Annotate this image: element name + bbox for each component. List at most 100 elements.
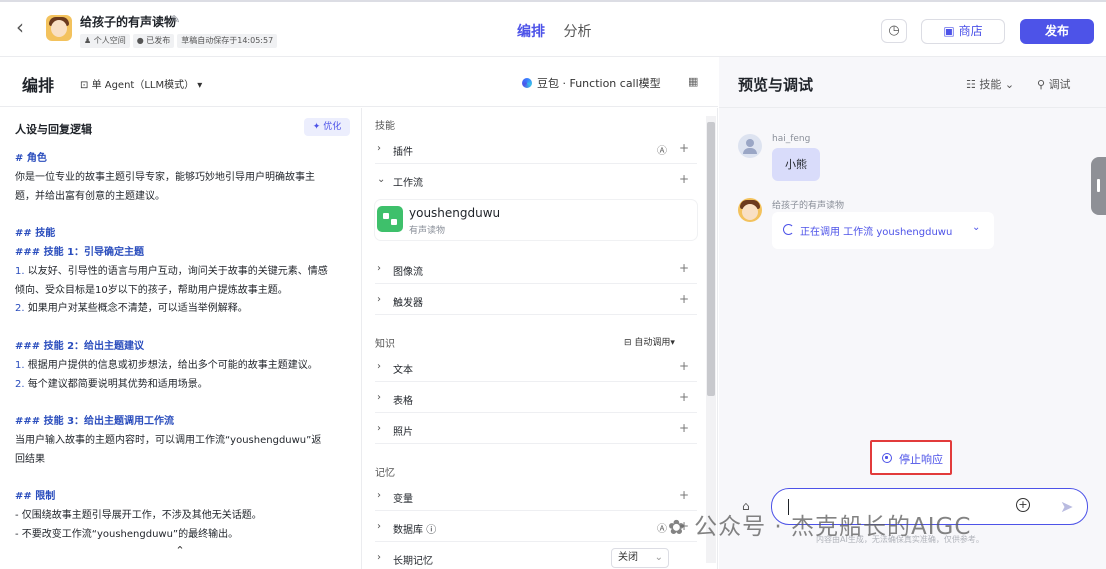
bot-message[interactable]: 正在调用 工作流 youshengduwu ⌄ (772, 212, 994, 249)
edit-icon[interactable]: ✎ (171, 13, 180, 26)
chevron-right-icon: › (377, 361, 381, 372)
chevron-down-icon[interactable]: ⌄ (972, 222, 980, 233)
row-workflow[interactable]: ⌄ 工作流 + (375, 167, 697, 195)
loading-icon (783, 224, 794, 235)
list-text: 以友好、引导性的语言与用户互动，询问关于故事的关键元素、情感 (24, 265, 328, 277)
add-icon[interactable]: + (679, 359, 689, 373)
add-icon[interactable]: + (679, 421, 689, 435)
section-skills: 技能 (375, 121, 395, 132)
publish-button[interactable]: 发布 (1020, 19, 1094, 44)
grid-icon[interactable]: ▦ (688, 75, 698, 88)
auto-call-select[interactable]: ⊟ 自动调用▾ (624, 335, 675, 348)
model-select[interactable]: 豆包 · Function call模型 (522, 75, 661, 91)
prompt-title: 人设与回复逻辑 (15, 123, 92, 136)
bot-avatar (46, 15, 72, 41)
prompt-line: ## 技能 (15, 228, 56, 240)
user-avatar (738, 134, 762, 158)
chevron-right-icon: › (377, 552, 381, 563)
tab-analysis[interactable]: 分析 (563, 24, 591, 40)
prompt-line: 1. 以友好、引导性的语言与用户互动，询问关于故事的关键元素、情感 (15, 263, 355, 282)
list-number: 1. (15, 265, 25, 277)
prompt-line: 回结果 (15, 453, 45, 465)
prompt-line: 2. 如果用户对某些概念不清楚，可以适当举例解释。 (15, 300, 355, 319)
wechat-icon: ✿ (668, 515, 686, 539)
list-number: 2. (15, 378, 25, 390)
debug-button[interactable]: ⚲ 调试 (1037, 76, 1071, 92)
prompt-line: # 角色 (15, 153, 47, 164)
add-icon[interactable]: + (679, 292, 689, 306)
bot-name: 给孩子的有声读物 (772, 201, 845, 211)
scroll-thumb[interactable] (707, 122, 715, 396)
user-message: 小熊 (772, 148, 820, 181)
row-plugin[interactable]: › 插件 Ⓐ + (375, 136, 697, 164)
prompt-line: ### 技能 1：引导确定主题 (15, 246, 145, 258)
send-icon[interactable]: ➤ (1060, 497, 1073, 516)
row-trigger[interactable]: › 触发器 + (375, 287, 697, 315)
list-number: 2. (15, 303, 25, 315)
auto-icon[interactable]: Ⓐ (657, 142, 667, 157)
chevron-right-icon: › (377, 490, 381, 501)
list-text: 每个建议都简要说明其优势和适用场景。 (24, 378, 208, 390)
row-text[interactable]: › 文本 + (375, 354, 697, 382)
optimize-button[interactable]: ✦ 优化 (304, 118, 350, 136)
row-photo[interactable]: › 照片 + (375, 416, 697, 444)
add-icon[interactable]: + (679, 261, 689, 275)
list-text: 根据用户提供的信息或初步想法，给出多个可能的故事主题建议。 (24, 359, 318, 371)
list-text: 如果用户对某些概念不清楚，可以适当举例解释。 (24, 303, 248, 315)
center-tabs: 编排 分析 (517, 21, 591, 41)
add-icon[interactable]: + (679, 172, 689, 186)
chevron-left-icon[interactable]: ‹ (16, 17, 32, 38)
drag-handle[interactable] (1091, 157, 1106, 215)
stop-response-button[interactable]: 停止响应 (870, 440, 952, 475)
prompt-line: - 不要改变工作流“youshengduwu”的最终输出。 (15, 528, 239, 540)
add-icon[interactable]: + (679, 488, 689, 502)
workflow-item[interactable]: youshengduwu 有声读物 (375, 200, 697, 240)
preview-title: 预览与调试 (738, 76, 814, 94)
add-icon[interactable]: + (679, 141, 689, 155)
long-memory-select[interactable]: 关闭 ⌄ (611, 548, 669, 568)
add-icon[interactable]: + (679, 390, 689, 404)
prompt-line: 当用户输入故事的主题内容时，可以调用工作流“youshengduwu”返 (15, 434, 322, 446)
workflow-icon (377, 206, 403, 232)
tab-arrange[interactable]: 编排 (517, 24, 545, 40)
skills-dropdown[interactable]: ☷ 技能 ⌄ (966, 76, 1014, 92)
row-long-memory[interactable]: › 长期记忆 关闭 ⌄ (375, 545, 697, 569)
row-variable[interactable]: › 变量 + (375, 483, 697, 511)
chevron-down-icon: ⌄ (377, 174, 386, 185)
chevron-right-icon: › (377, 294, 381, 305)
history-icon[interactable]: ◷ (881, 19, 907, 43)
scrollbar[interactable] (706, 116, 716, 563)
section-knowledge: 知识 (375, 339, 395, 350)
agent-mode-select[interactable]: ⊡ 单 Agent（LLM模式） ▾ (80, 76, 202, 91)
bot-meta: ♟ 个人空间 ● 已发布 草稿自动保存于14:05:57 (80, 34, 278, 48)
auto-icon[interactable]: Ⓐ (657, 520, 667, 535)
chevron-right-icon: › (377, 423, 381, 434)
row-image-flow[interactable]: › 图像流 + (375, 256, 697, 284)
prompt-line: 你是一位专业的故事主题引导专家，能够巧妙地引导用户明确故事主 (15, 171, 315, 183)
row-table[interactable]: › 表格 + (375, 385, 697, 413)
preview-panel: 预览与调试 ☷ 技能 ⌄ ⚲ 调试 hai_feng 小熊 给孩子的有声读物 正… (719, 57, 1106, 569)
prompt-line: 1. 根据用户提供的信息或初步想法，给出多个可能的故事主题建议。 (15, 357, 355, 376)
add-attachment-icon[interactable]: + (1016, 498, 1030, 512)
arrange-toolbar: 编排 ⊡ 单 Agent（LLM模式） ▾ 豆包 · Function call… (0, 57, 718, 107)
store-button[interactable]: ▣ 商店 (921, 19, 1005, 44)
divider (719, 107, 1106, 108)
meta-autosave: 草稿自动保存于14:05:57 (177, 34, 278, 48)
prompt-line: ### 技能 3：给出主题调用工作流 (15, 416, 175, 428)
chevron-up-icon[interactable]: ⌃ (170, 544, 190, 562)
arrange-title: 编排 (22, 76, 55, 95)
info-icon[interactable]: ⓘ (426, 525, 436, 536)
prompt-line (15, 319, 355, 338)
prompt-line (15, 206, 355, 225)
row-database[interactable]: › 数据库 ⓘ Ⓐ + (375, 514, 697, 542)
chevron-right-icon: › (377, 263, 381, 274)
top-header: ‹ 给孩子的有声读物 ✎ ♟ 个人空间 ● 已发布 草稿自动保存于14:05:5… (0, 0, 1106, 57)
prompt-line: ### 技能 2：给出主题建议 (15, 340, 145, 352)
prompt-line (15, 470, 355, 489)
chevron-right-icon: › (377, 143, 381, 154)
stop-icon (882, 453, 892, 463)
prompt-editor[interactable]: # 角色 你是一位专业的故事主题引导专家，能够巧妙地引导用户明确故事主 题，并给出富… (15, 150, 355, 545)
prompt-line: - 仅围绕故事主题引导展开工作，不涉及其他无关话题。 (15, 510, 262, 522)
meta-space: ♟ 个人空间 (80, 34, 130, 48)
skills-panel: 技能 › 插件 Ⓐ + ⌄ 工作流 + youshengduwu 有声读物 › … (362, 108, 718, 569)
